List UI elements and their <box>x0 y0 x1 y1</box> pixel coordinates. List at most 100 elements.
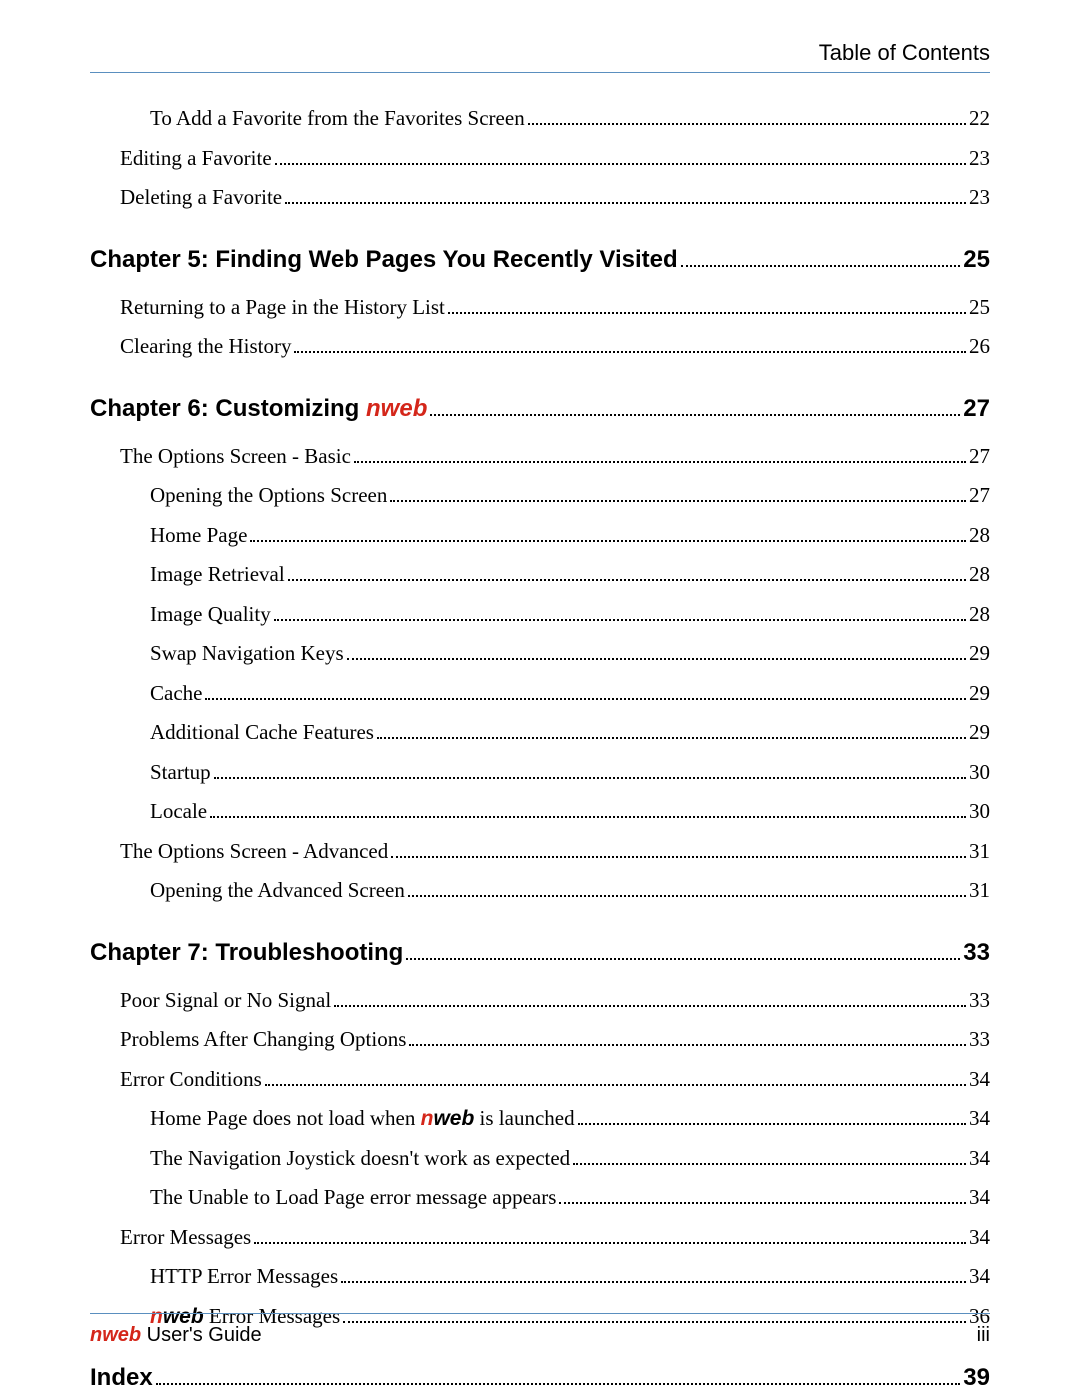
toc-page: 23 <box>969 143 990 175</box>
toc-title: Locale <box>150 796 207 828</box>
toc-title: Home Page <box>150 520 247 552</box>
toc-title: The Unable to Load Page error message ap… <box>150 1182 556 1214</box>
toc-page: 34 <box>969 1261 990 1293</box>
page-header: Table of Contents <box>90 40 990 73</box>
toc-title: Deleting a Favorite <box>120 182 282 214</box>
toc-page: 28 <box>969 520 990 552</box>
leader-dots <box>250 540 966 542</box>
toc-title: Image Quality <box>150 599 271 631</box>
toc-page: 29 <box>969 678 990 710</box>
leader-dots <box>409 1044 966 1046</box>
toc-page: 29 <box>969 717 990 749</box>
leader-dots <box>408 895 966 897</box>
leader-dots <box>391 856 966 858</box>
leader-dots <box>390 500 966 502</box>
leader-dots <box>205 698 966 700</box>
toc-entry: Image Retrieval 28 <box>150 559 990 591</box>
toc-entry: The Unable to Load Page error message ap… <box>150 1182 990 1214</box>
toc-page: 30 <box>969 757 990 789</box>
nweb-brand: nweb <box>366 395 427 422</box>
toc-page: 27 <box>969 480 990 512</box>
toc-page: 33 <box>969 1024 990 1056</box>
leader-dots <box>288 579 966 581</box>
leader-dots <box>448 312 966 314</box>
leader-dots <box>573 1163 966 1165</box>
toc-body: To Add a Favorite from the Favorites Scr… <box>90 103 990 1396</box>
toc-entry: Opening the Options Screen 27 <box>150 480 990 512</box>
toc-title-pre: Chapter 6: Customizing <box>90 395 366 422</box>
toc-chapter: Chapter 5: Finding Web Pages You Recentl… <box>90 242 990 278</box>
toc-chapter: Chapter 6: Customizing nweb 27 <box>90 391 990 427</box>
toc-page: 33 <box>963 935 990 971</box>
toc-entry: HTTP Error Messages 34 <box>150 1261 990 1293</box>
toc-page: 27 <box>963 391 990 427</box>
toc-page: 28 <box>969 559 990 591</box>
toc-title: Error Conditions <box>120 1064 262 1096</box>
nweb-brand: nweb <box>90 1324 141 1346</box>
toc-title: Problems After Changing Options <box>120 1024 406 1056</box>
toc-page: 30 <box>969 796 990 828</box>
toc-title: Error Messages <box>120 1222 251 1254</box>
leader-dots <box>285 202 966 204</box>
toc-entry: The Options Screen - Advanced 31 <box>120 836 990 868</box>
leader-dots <box>275 163 966 165</box>
toc-entry: The Navigation Joystick doesn't work as … <box>150 1143 990 1175</box>
toc-title: Image Retrieval <box>150 559 285 591</box>
leader-dots <box>156 1383 961 1385</box>
toc-page: 33 <box>969 985 990 1017</box>
toc-page: 34 <box>969 1182 990 1214</box>
toc-page: 34 <box>969 1143 990 1175</box>
toc-entry: Startup 30 <box>150 757 990 789</box>
toc-title-pre: Home Page does not load when <box>150 1106 421 1130</box>
toc-page: 25 <box>963 242 990 278</box>
toc-title: The Options Screen - Basic <box>120 441 351 473</box>
toc-entry: Locale 30 <box>150 796 990 828</box>
toc-title: Additional Cache Features <box>150 717 374 749</box>
leader-dots <box>294 351 966 353</box>
toc-entry: Editing a Favorite 23 <box>120 143 990 175</box>
nweb-brand: nweb <box>421 1107 475 1130</box>
toc-title: Cache <box>150 678 202 710</box>
toc-entry: Error Messages 34 <box>120 1222 990 1254</box>
toc-page: 31 <box>969 875 990 907</box>
toc-entry: Poor Signal or No Signal 33 <box>120 985 990 1017</box>
toc-title: Poor Signal or No Signal <box>120 985 331 1017</box>
toc-entry: Deleting a Favorite 23 <box>120 182 990 214</box>
toc-page: 34 <box>969 1064 990 1096</box>
toc-chapter: Chapter 7: Troubleshooting 33 <box>90 935 990 971</box>
toc-page: 29 <box>969 638 990 670</box>
footer-page-number: iii <box>977 1324 990 1347</box>
leader-dots <box>559 1202 966 1204</box>
header-title: Table of Contents <box>819 40 990 65</box>
toc-entry: Home Page does not load when nweb is lau… <box>150 1103 990 1135</box>
toc-entry: Error Conditions 34 <box>120 1064 990 1096</box>
toc-page: 34 <box>969 1103 990 1135</box>
leader-dots <box>341 1281 966 1283</box>
toc-title: Opening the Advanced Screen <box>150 875 405 907</box>
toc-title: The Options Screen - Advanced <box>120 836 388 868</box>
leader-dots <box>214 777 966 779</box>
toc-page: 22 <box>969 103 990 135</box>
toc-title: HTTP Error Messages <box>150 1261 338 1293</box>
toc-title: Chapter 6: Customizing nweb <box>90 391 427 427</box>
toc-entry: Cache 29 <box>150 678 990 710</box>
toc-entry: Home Page 28 <box>150 520 990 552</box>
toc-title: To Add a Favorite from the Favorites Scr… <box>150 103 525 135</box>
toc-entry: Clearing the History 26 <box>120 331 990 363</box>
toc-page: 39 <box>963 1360 990 1396</box>
toc-entry: Opening the Advanced Screen 31 <box>150 875 990 907</box>
toc-title: Opening the Options Screen <box>150 480 387 512</box>
toc-index: Index 39 <box>90 1360 990 1396</box>
toc-title: Clearing the History <box>120 331 291 363</box>
toc-title: Chapter 5: Finding Web Pages You Recentl… <box>90 242 678 278</box>
toc-page: 23 <box>969 182 990 214</box>
leader-dots <box>681 265 961 267</box>
toc-page: 28 <box>969 599 990 631</box>
leader-dots <box>430 414 960 416</box>
toc-title-post: is launched <box>474 1106 574 1130</box>
leader-dots <box>528 123 966 125</box>
leader-dots <box>274 619 966 621</box>
leader-dots <box>354 461 966 463</box>
toc-entry: Returning to a Page in the History List … <box>120 292 990 324</box>
toc-title: Index <box>90 1360 153 1396</box>
